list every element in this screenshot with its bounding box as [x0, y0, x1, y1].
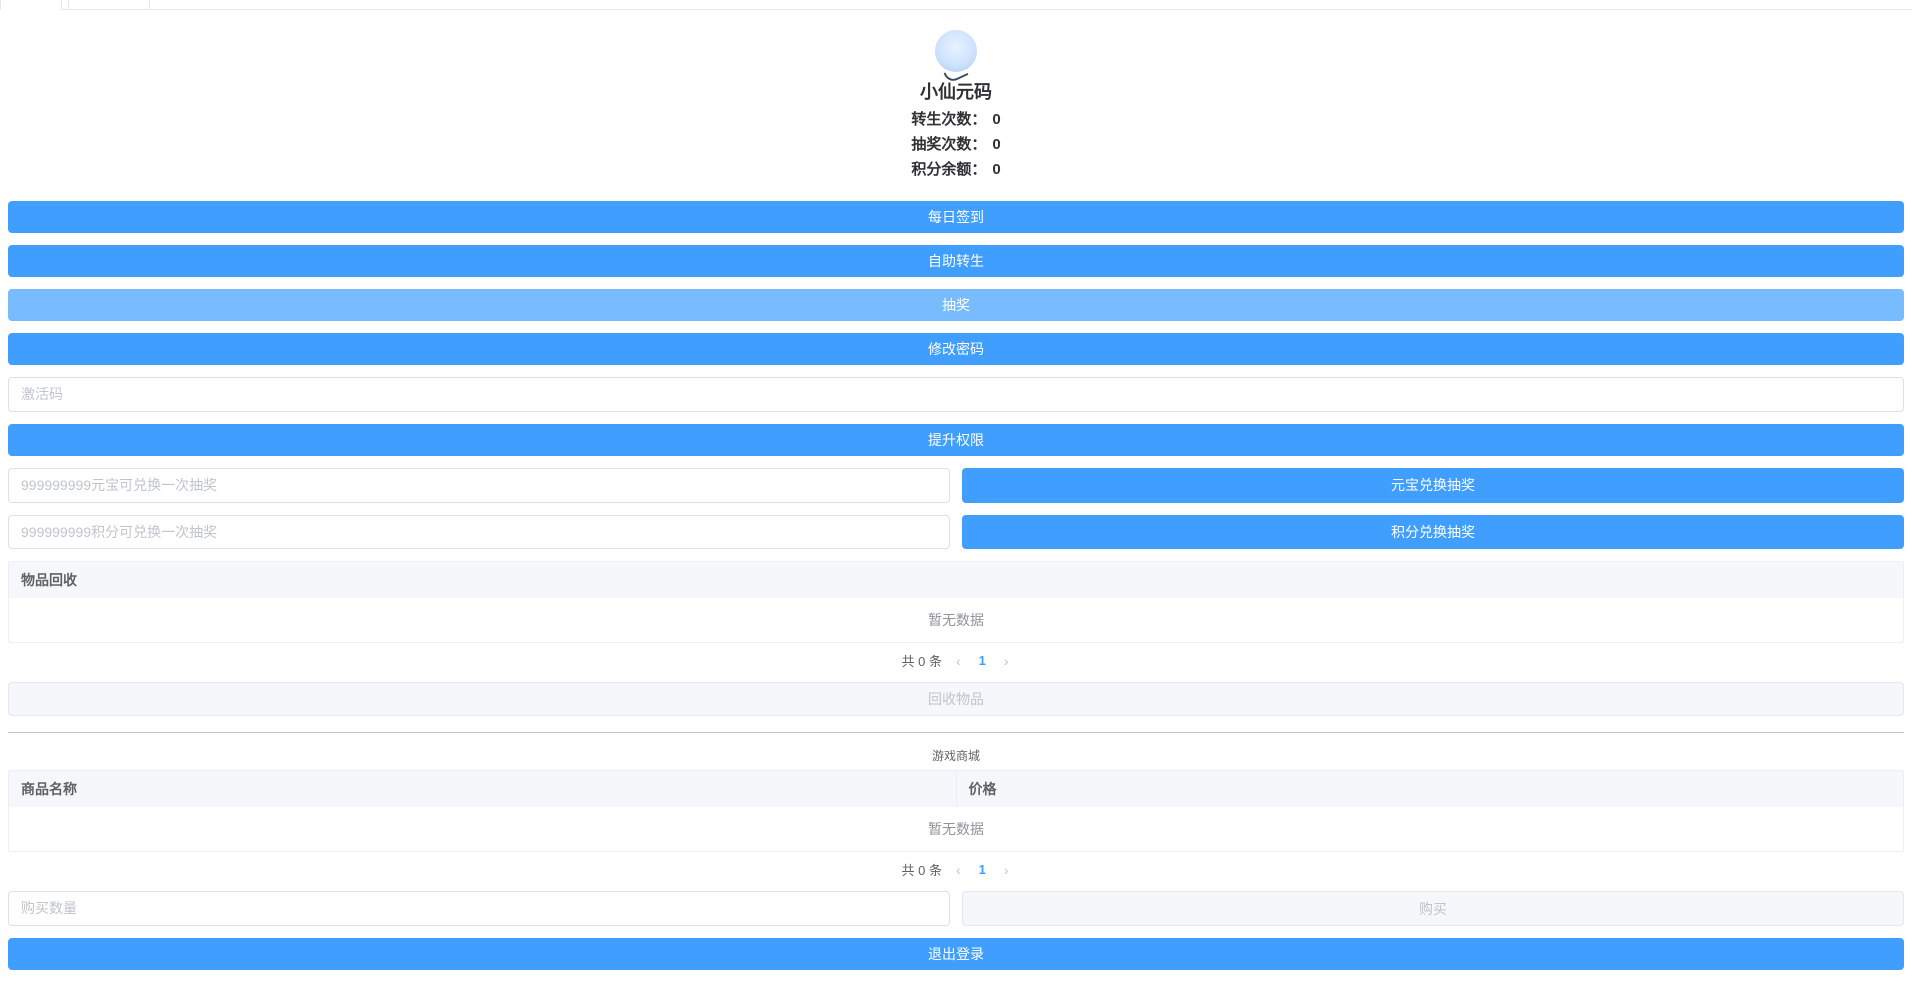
recycle-total: 共 0 条	[901, 651, 942, 670]
shop-pagination: 共 0 条 ‹ 1 ›	[8, 852, 1904, 887]
recycle-col-name: 物品回收	[9, 562, 1903, 598]
buy-row: 购买	[8, 891, 1904, 926]
shop-current-page[interactable]: 1	[975, 862, 990, 877]
shop-col-name: 商品名称	[9, 771, 957, 807]
profile-name: 小仙元码	[8, 78, 1904, 104]
stat-lottery: 抽奖次数：0	[8, 133, 1904, 154]
yuanbao-exchange-input[interactable]	[8, 468, 950, 503]
upgrade-privilege-button[interactable]: 提升权限	[8, 424, 1904, 456]
change-password-button[interactable]: 修改密码	[8, 333, 1904, 365]
self-reborn-button[interactable]: 自助转生	[8, 245, 1904, 277]
stat-reborn-label: 转生次数：	[911, 111, 986, 128]
activation-code-input[interactable]	[8, 377, 1904, 412]
shop-col-price: 价格	[957, 771, 1904, 807]
avatar	[935, 30, 977, 72]
stat-points: 积分余额：0	[8, 158, 1904, 179]
buy-button: 购买	[962, 891, 1904, 926]
recycle-table-head: 物品回收	[9, 562, 1903, 598]
shop-section-title: 游戏商城	[8, 733, 1904, 766]
shop-total: 共 0 条	[901, 860, 942, 879]
stat-points-label: 积分余额：	[911, 161, 986, 178]
yuanbao-row: 元宝兑换抽奖	[8, 468, 1904, 503]
stat-reborn: 转生次数：0	[8, 108, 1904, 129]
shop-table-head: 商品名称 价格	[9, 771, 1903, 807]
stat-points-value: 0	[986, 161, 1000, 178]
page-content: 小仙元码 转生次数：0 抽奖次数：0 积分余额：0 每日签到 自助转生 抽奖 修…	[0, 10, 1912, 990]
points-exchange-input[interactable]	[8, 515, 950, 550]
tabs-header[interactable]	[0, 0, 1912, 10]
shop-next-page[interactable]: ›	[1002, 862, 1011, 878]
shop-table: 商品名称 价格 暂无数据	[8, 770, 1904, 852]
stat-lottery-value: 0	[986, 136, 1000, 153]
points-row: 积分兑换抽奖	[8, 515, 1904, 550]
stat-lottery-label: 抽奖次数：	[911, 136, 986, 153]
buy-qty-input[interactable]	[8, 891, 950, 926]
yuanbao-exchange-button[interactable]: 元宝兑换抽奖	[962, 468, 1904, 503]
shop-prev-page[interactable]: ‹	[954, 862, 963, 878]
recycle-pagination: 共 0 条 ‹ 1 ›	[8, 643, 1904, 678]
recycle-empty: 暂无数据	[9, 598, 1903, 642]
lottery-button[interactable]: 抽奖	[8, 289, 1904, 321]
points-exchange-button[interactable]: 积分兑换抽奖	[962, 515, 1904, 550]
recycle-table: 物品回收 暂无数据	[8, 561, 1904, 643]
recycle-next-page[interactable]: ›	[1002, 653, 1011, 669]
daily-checkin-button[interactable]: 每日签到	[8, 201, 1904, 233]
logout-button[interactable]: 退出登录	[8, 938, 1904, 970]
stat-reborn-value: 0	[986, 111, 1000, 128]
recycle-items-button: 回收物品	[8, 682, 1904, 716]
recycle-current-page[interactable]: 1	[975, 653, 990, 668]
profile-block: 小仙元码 转生次数：0 抽奖次数：0 积分余额：0	[8, 20, 1904, 189]
recycle-prev-page[interactable]: ‹	[954, 653, 963, 669]
shop-empty: 暂无数据	[9, 807, 1903, 851]
